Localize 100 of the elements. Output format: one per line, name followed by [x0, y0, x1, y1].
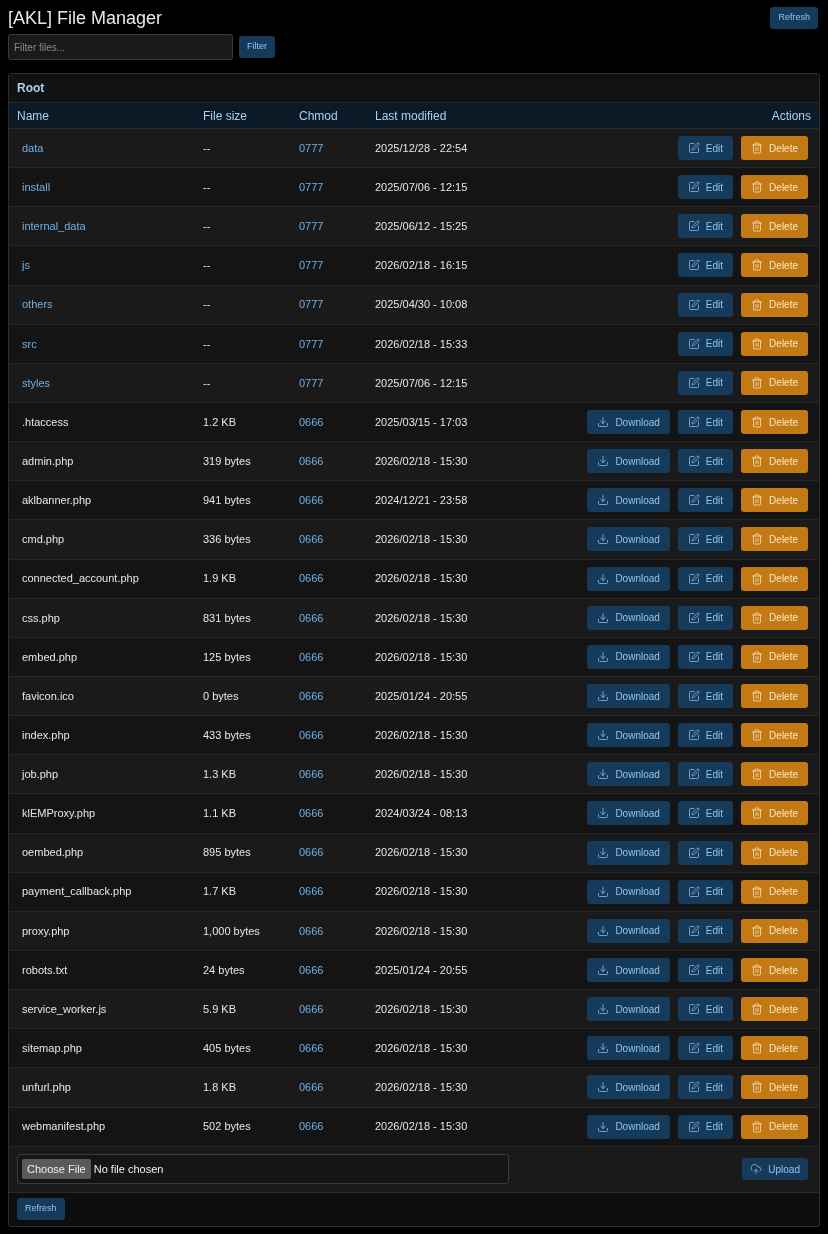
download-button[interactable]: Download [587, 605, 670, 630]
chmod-link[interactable]: 0666 [299, 1118, 375, 1135]
edit-icon [687, 1003, 700, 1016]
edit-button[interactable]: Edit [677, 723, 734, 748]
chmod-link[interactable]: 0666 [299, 531, 375, 548]
chmod-link[interactable]: 0666 [299, 492, 375, 509]
edit-button[interactable]: Edit [677, 1036, 734, 1061]
download-button[interactable]: Download [587, 801, 670, 826]
chmod-link[interactable]: 0777 [299, 374, 375, 392]
chmod-link[interactable]: 0666 [299, 961, 375, 979]
download-button[interactable]: Download [587, 684, 670, 709]
edit-button[interactable]: Edit [677, 253, 734, 278]
edit-button[interactable]: Edit [677, 801, 734, 826]
folder-link[interactable]: data [9, 139, 203, 157]
refresh-button[interactable]: Refresh [17, 1198, 65, 1221]
download-button[interactable]: Download [587, 1036, 670, 1061]
folder-link[interactable]: install [9, 178, 203, 196]
edit-button[interactable]: Edit [677, 605, 734, 630]
chmod-link[interactable]: 0666 [299, 726, 375, 744]
file-name: .htaccess [21, 414, 70, 430]
chmod-link[interactable]: 0777 [299, 257, 375, 274]
download-button[interactable]: Download [587, 958, 670, 982]
folder-link[interactable]: styles [9, 374, 203, 392]
filter-button[interactable]: Filter [239, 36, 275, 58]
download-button[interactable]: Download [587, 1075, 670, 1100]
edit-button[interactable]: Edit [677, 958, 734, 982]
edit-icon [687, 220, 700, 233]
download-button[interactable]: Download [587, 1114, 670, 1139]
trash-icon [751, 1081, 764, 1094]
chmod-link[interactable]: 0666 [299, 1079, 375, 1096]
edit-button[interactable]: Edit [677, 918, 734, 943]
chmod-link[interactable]: 0777 [299, 139, 375, 157]
download-button[interactable]: Download [587, 527, 670, 552]
edit-button[interactable]: Edit [677, 644, 734, 669]
file-size: -- [203, 219, 212, 235]
edit-button[interactable]: Edit [677, 566, 734, 591]
edit-button[interactable]: Edit [677, 331, 734, 356]
download-button[interactable]: Download [587, 449, 670, 474]
upload-button[interactable]: Upload [742, 1158, 808, 1181]
download-button[interactable]: Download [587, 723, 670, 748]
download-button[interactable]: Download [587, 488, 670, 513]
chmod-link[interactable]: 0666 [299, 766, 375, 783]
chmod-link[interactable]: 0777 [299, 178, 375, 196]
edit-button[interactable]: Edit [677, 997, 734, 1022]
chmod-link[interactable]: 0666 [299, 844, 375, 861]
edit-button[interactable]: Edit [677, 136, 734, 161]
download-button[interactable]: Download [587, 566, 670, 591]
edit-button[interactable]: Edit [677, 175, 734, 200]
modified-date: 2025/12/28 - 22:54 [375, 140, 469, 156]
chmod-link[interactable]: 0777 [299, 218, 375, 235]
chmod-link[interactable]: 0666 [299, 922, 375, 940]
chmod-link[interactable]: 0666 [299, 570, 375, 587]
edit-button[interactable]: Edit [677, 840, 734, 865]
edit-button[interactable]: Edit [677, 879, 734, 904]
edit-button[interactable]: Edit [677, 410, 734, 435]
folder-link[interactable]: others [9, 296, 203, 313]
download-button[interactable]: Download [587, 918, 670, 943]
edit-button[interactable]: Edit [677, 449, 734, 474]
download-button[interactable]: Download [587, 840, 670, 865]
edit-button[interactable]: Edit [677, 1114, 734, 1139]
download-button[interactable]: Download [587, 410, 670, 435]
chmod-link[interactable]: 0777 [299, 335, 375, 352]
trash-icon [751, 885, 764, 898]
modified-date: 2026/02/18 - 15:30 [375, 571, 469, 587]
refresh-button[interactable]: Refresh [770, 7, 818, 29]
file-upload-field[interactable]: Choose File No file chosen [17, 1154, 509, 1185]
folder-link[interactable]: internal_data [9, 218, 203, 235]
edit-button[interactable]: Edit [677, 214, 734, 239]
edit-button[interactable]: Edit [677, 1075, 734, 1100]
download-button[interactable]: Download [587, 644, 670, 669]
trash-icon [751, 142, 764, 155]
download-button[interactable]: Download [587, 997, 670, 1022]
edit-button[interactable]: Edit [677, 370, 734, 395]
chmod-link[interactable]: 0666 [299, 413, 375, 431]
filter-field[interactable]: Filter files... [8, 34, 233, 60]
folder-link[interactable]: js [9, 257, 203, 274]
chmod-link[interactable]: 0666 [299, 1000, 375, 1018]
download-button[interactable]: Download [587, 879, 670, 904]
edit-button[interactable]: Edit [677, 488, 734, 513]
edit-button[interactable]: Edit [677, 684, 734, 709]
edit-button[interactable]: Edit [677, 527, 734, 552]
edit-button[interactable]: Edit [677, 292, 734, 317]
edit-icon [687, 181, 700, 194]
modified-date: 2025/01/24 - 20:55 [375, 688, 469, 704]
file-size: 1.2 KB [203, 414, 238, 430]
chmod-link[interactable]: 0666 [299, 452, 375, 470]
edit-icon [687, 611, 700, 624]
chmod-link[interactable]: 0777 [299, 296, 375, 313]
chmod-link[interactable]: 0666 [299, 687, 375, 705]
chmod-link[interactable]: 0666 [299, 805, 375, 822]
edit-button[interactable]: Edit [677, 762, 734, 787]
choose-file-button[interactable]: Choose File [22, 1159, 91, 1180]
edit-icon [687, 1120, 700, 1133]
file-name: unfurl.php [21, 1080, 72, 1096]
download-button[interactable]: Download [587, 762, 670, 787]
chmod-link[interactable]: 0666 [299, 1040, 375, 1057]
chmod-link[interactable]: 0666 [299, 648, 375, 666]
chmod-link[interactable]: 0666 [299, 609, 375, 626]
chmod-link[interactable]: 0666 [299, 883, 375, 900]
folder-link[interactable]: src [9, 335, 203, 352]
